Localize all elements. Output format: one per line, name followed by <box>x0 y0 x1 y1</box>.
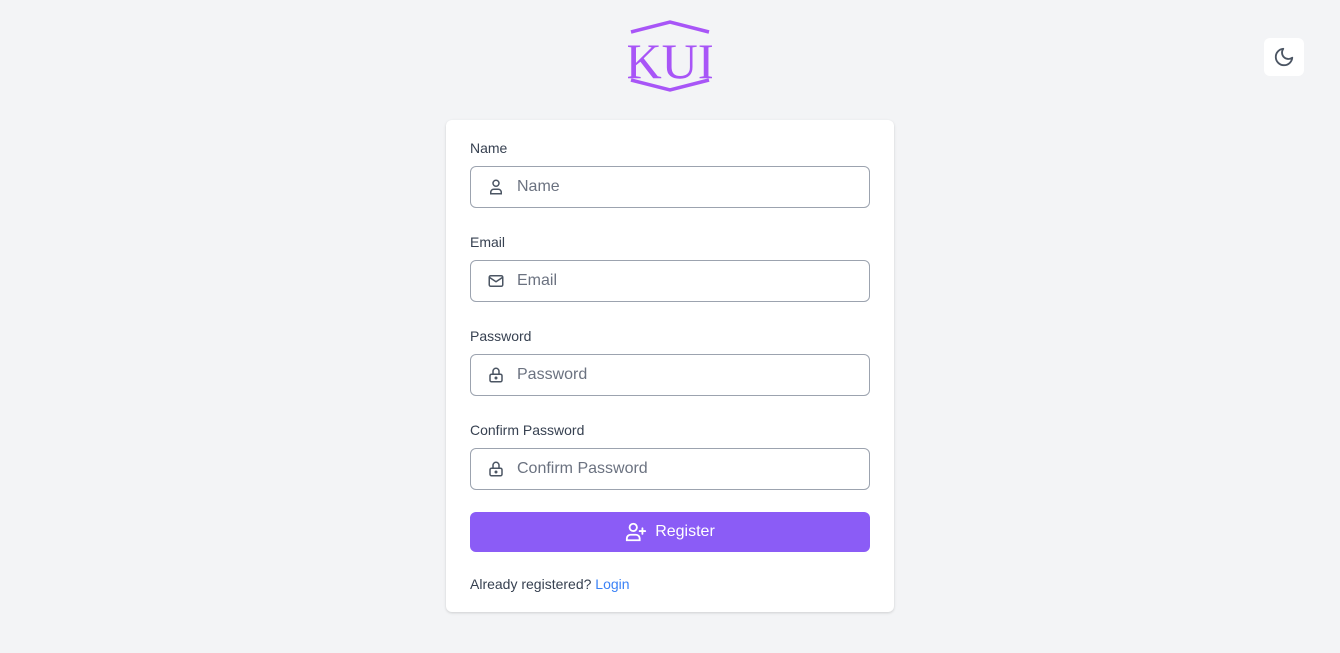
confirm-password-label: Confirm Password <box>470 422 585 438</box>
logo-text: KUI <box>628 33 712 89</box>
user-plus-icon <box>626 522 647 542</box>
lock-icon <box>487 366 505 384</box>
kui-logo: KUI <box>628 20 712 92</box>
lock-icon <box>487 460 505 478</box>
name-input[interactable] <box>515 177 869 197</box>
email-input[interactable] <box>515 271 869 291</box>
password-label: Password <box>470 328 532 344</box>
register-button[interactable]: Register <box>470 512 870 552</box>
user-icon <box>487 178 505 196</box>
register-card: Name Email Password Confirm Password <box>446 120 894 612</box>
moon-icon <box>1274 47 1294 67</box>
login-prompt: Already registered? Login <box>470 576 630 592</box>
email-label: Email <box>470 234 506 250</box>
theme-toggle-button[interactable] <box>1264 38 1304 76</box>
confirm-password-input[interactable] <box>515 459 869 479</box>
mail-icon <box>487 272 505 290</box>
email-field: Email <box>470 232 870 302</box>
name-field: Name <box>470 138 870 208</box>
confirm-password-field: Confirm Password <box>470 420 870 490</box>
register-label: Register <box>655 523 715 540</box>
login-prompt-text: Already registered? <box>470 576 592 592</box>
name-label: Name <box>470 140 508 156</box>
password-input[interactable] <box>515 365 869 385</box>
login-link[interactable]: Login <box>595 576 629 592</box>
password-field: Password <box>470 326 870 396</box>
